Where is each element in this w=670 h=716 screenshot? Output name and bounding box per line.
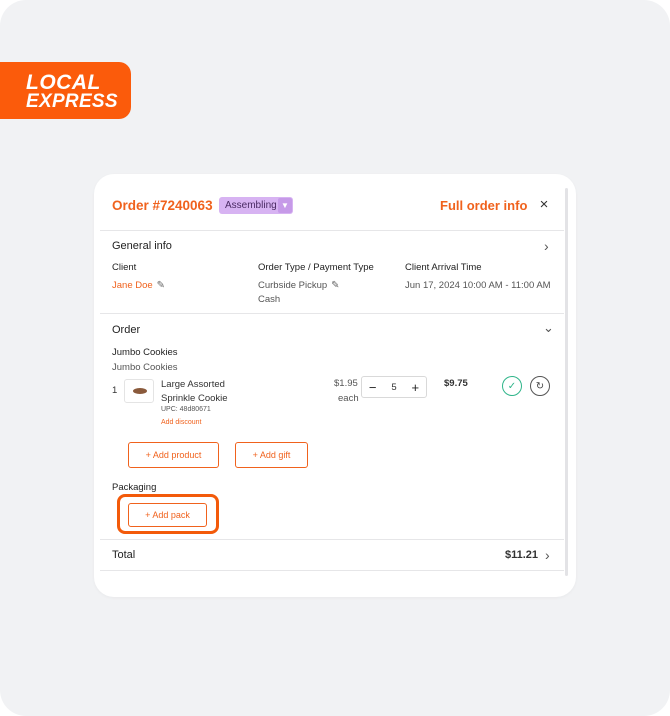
client-label: Client: [112, 262, 137, 273]
total-value: $11.21: [505, 549, 539, 561]
general-info-title[interactable]: General info: [112, 240, 172, 252]
order-panel: Order #7240063 Assembling ▼ Full order i…: [94, 174, 564, 597]
divider: [100, 313, 564, 314]
add-discount-link[interactable]: Add discount: [161, 419, 201, 426]
product-upc: UPC: 48d80671: [161, 406, 211, 413]
client-name[interactable]: Jane Doe: [112, 280, 153, 291]
add-gift-button[interactable]: + Add gift: [235, 442, 308, 468]
quantity-stepper: − 5 +: [361, 376, 427, 398]
arrival-time-label: Client Arrival Time: [405, 262, 482, 273]
order-type-label: Order Type / Payment Type: [258, 262, 374, 273]
add-pack-button[interactable]: + Add pack: [128, 503, 207, 527]
background: LOCAL EXPRESS Order #7240063 Assembling …: [0, 0, 670, 716]
quantity-value[interactable]: 5: [383, 382, 404, 393]
unit-price: $1.95: [334, 378, 358, 389]
chevron-right-icon[interactable]: ›: [545, 547, 550, 563]
order-title: Order #7240063: [112, 198, 213, 213]
edit-client-icon[interactable]: ✎: [157, 280, 165, 291]
product-name-line2: Sprinkle Cookie: [161, 393, 228, 404]
scrollbar[interactable]: [565, 188, 568, 576]
client-value: Jane Doe ✎: [112, 280, 165, 291]
divider: [100, 539, 564, 540]
add-product-button[interactable]: + Add product: [128, 442, 219, 468]
close-icon[interactable]: ×: [537, 196, 551, 213]
order-section-title[interactable]: Order: [112, 324, 140, 336]
divider: [100, 230, 564, 231]
payment-type-value: Cash: [258, 294, 281, 305]
full-order-info-link[interactable]: Full order info: [440, 198, 527, 213]
logo-line1: LOCAL: [26, 71, 101, 94]
order-type-value: Curbside Pickup ✎: [258, 280, 340, 291]
arrival-time-value: Jun 17, 2024 10:00 AM - 11:00 AM: [405, 280, 551, 291]
order-card: Order #7240063 Assembling ▼ Full order i…: [94, 174, 576, 597]
logo-line2: EXPRESS: [26, 91, 118, 112]
chevron-down-icon[interactable]: ⌄: [543, 320, 554, 336]
order-type-text: Curbside Pickup: [258, 280, 328, 291]
unit-price-label: each: [338, 393, 359, 404]
refresh-icon[interactable]: ↻: [530, 376, 550, 396]
packaging-title: Packaging: [112, 482, 157, 493]
total-label: Total: [112, 549, 136, 561]
subcategory-title: Jumbo Cookies: [112, 362, 178, 373]
category-title: Jumbo Cookies: [112, 347, 178, 358]
divider: [100, 570, 564, 571]
line-total: $9.75: [444, 378, 468, 389]
product-name-line1: Large Assorted: [161, 379, 225, 390]
cookie-icon: [133, 388, 147, 394]
minus-icon[interactable]: −: [362, 380, 383, 395]
chevron-right-icon[interactable]: ›: [544, 238, 549, 254]
product-image: [124, 379, 154, 403]
edit-order-type-icon[interactable]: ✎: [331, 280, 339, 291]
item-index: 1: [112, 385, 118, 396]
check-icon[interactable]: ✓: [502, 376, 522, 396]
status-label: Assembling: [225, 200, 277, 211]
plus-icon[interactable]: +: [405, 380, 426, 395]
status-dropdown[interactable]: Assembling ▼: [219, 197, 293, 214]
chevron-down-icon[interactable]: ▼: [278, 198, 292, 213]
local-express-logo: LOCAL EXPRESS: [0, 62, 131, 119]
